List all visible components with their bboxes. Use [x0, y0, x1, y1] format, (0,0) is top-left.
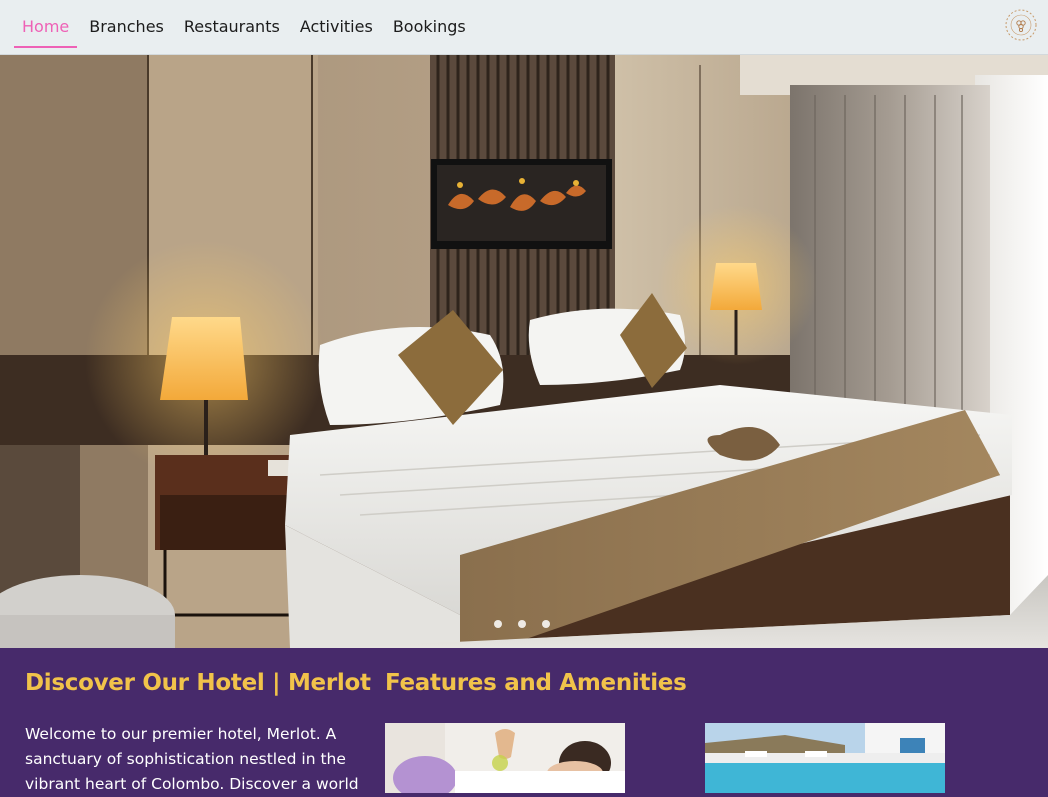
feature-card-pool[interactable] [705, 723, 945, 793]
carousel-dot-1[interactable] [494, 620, 502, 628]
nav-home[interactable]: Home [14, 0, 78, 52]
feature-card-spa[interactable] [385, 723, 625, 793]
nav-branches[interactable]: Branches [81, 0, 172, 52]
features-heading: Features and Amenities [385, 670, 687, 696]
merlot-logo-icon[interactable] [1004, 8, 1038, 42]
intro-section: Discover Our Hotel | Merlot Welcome to o… [0, 648, 1048, 793]
main-nav: Home Branches Restaurants Activities Boo… [14, 0, 478, 55]
hero-carousel [0, 55, 1048, 648]
pool-photo [705, 723, 945, 793]
about-paragraph: Welcome to our premier hotel, Merlot. A … [25, 725, 359, 793]
carousel-dot-2[interactable] [518, 620, 526, 628]
hotel-bedroom-photo [0, 55, 1048, 648]
nav-bookings[interactable]: Bookings [385, 0, 474, 52]
carousel-indicators [494, 620, 550, 628]
carousel-dot-3[interactable] [542, 620, 550, 628]
about-heading: Discover Our Hotel | Merlot [25, 670, 371, 696]
spa-massage-photo [385, 723, 625, 793]
nav-activities[interactable]: Activities [292, 0, 381, 52]
nav-restaurants[interactable]: Restaurants [176, 0, 288, 52]
top-navbar: Home Branches Restaurants Activities Boo… [0, 0, 1048, 55]
